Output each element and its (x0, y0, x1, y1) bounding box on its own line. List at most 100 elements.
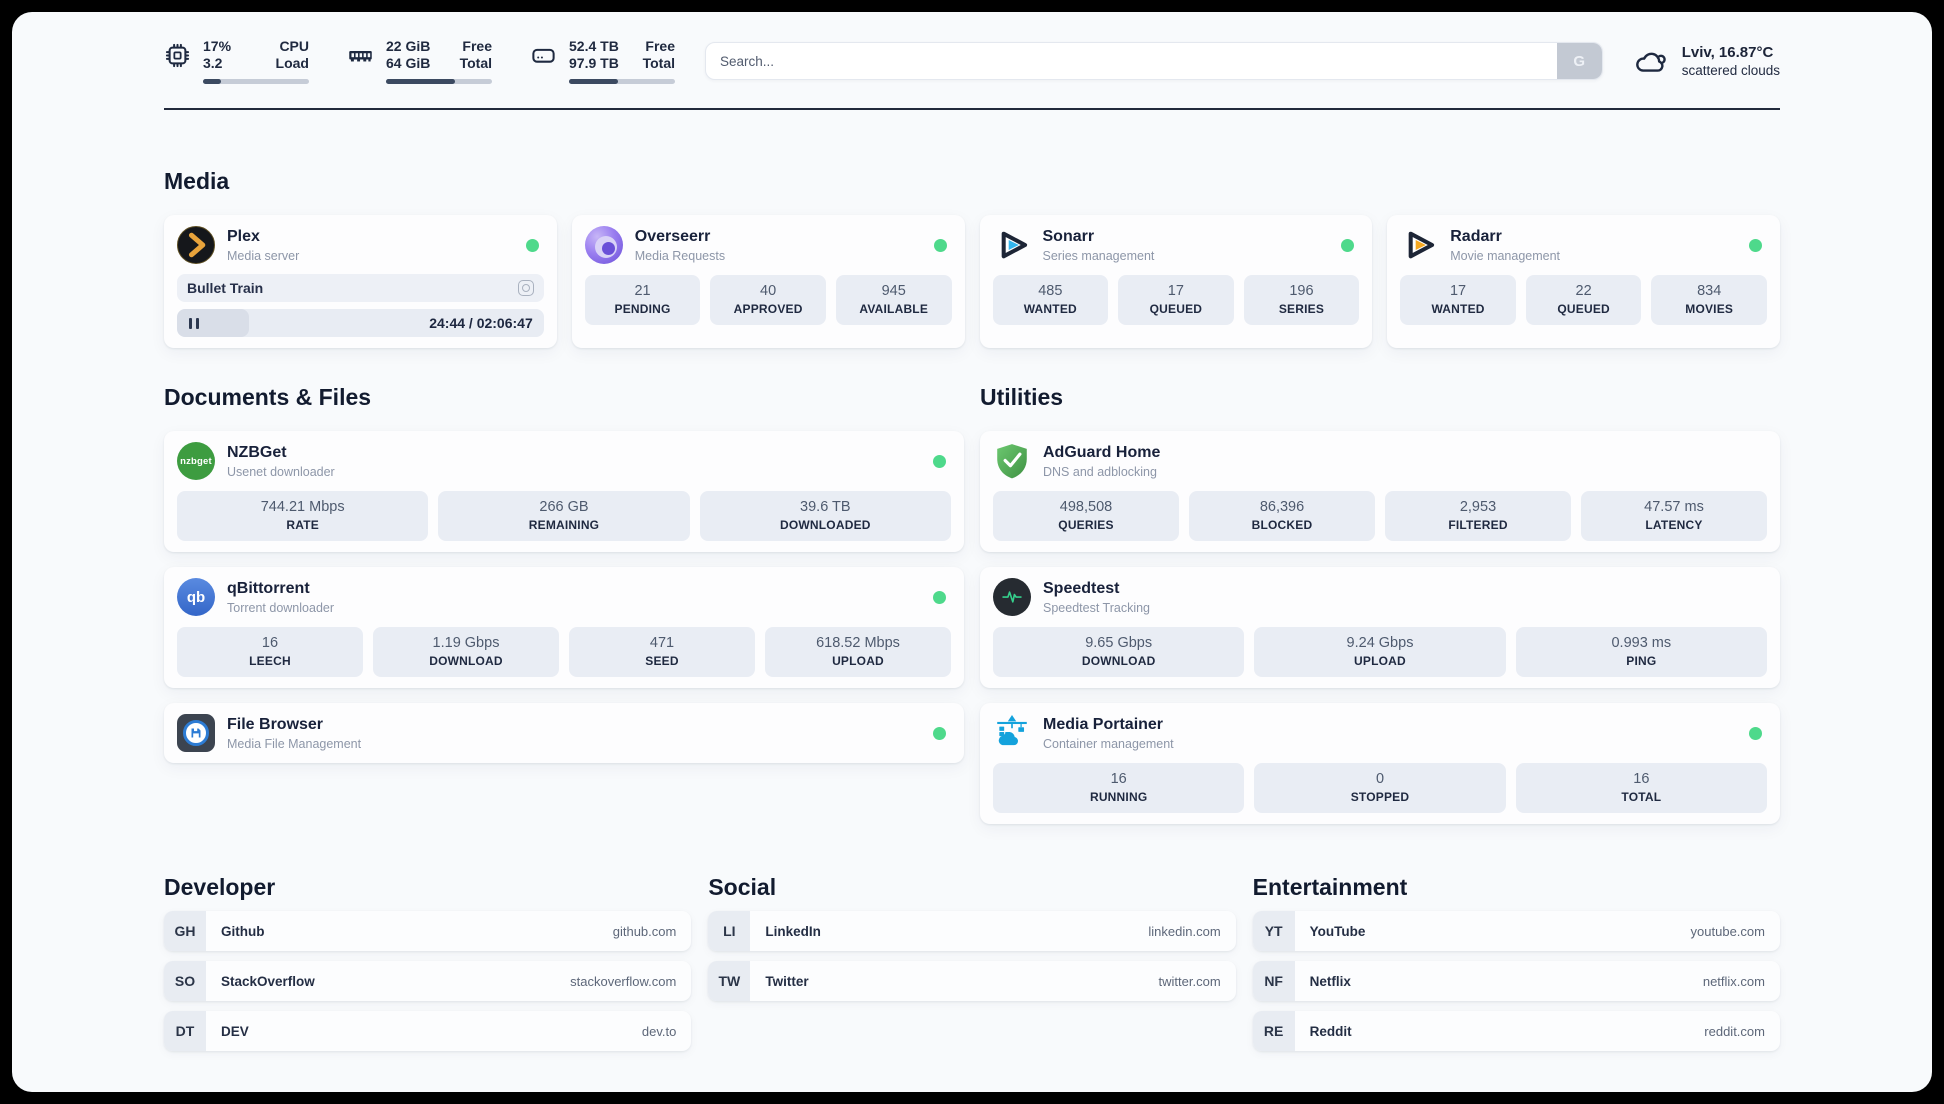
app-card-sonarr[interactable]: Sonarr Series management 485 WANTED 17 Q… (979, 215, 1373, 348)
link-row-twitter[interactable]: TW Twitter twitter.com (708, 961, 1236, 1001)
nzbget-icon-text: nzbget (180, 455, 212, 467)
links-column-entertainment: Entertainment YT YouTube youtube.com NF … (1252, 874, 1780, 1051)
stat-value: 22 (1575, 283, 1592, 299)
link-name: YouTube (1309, 923, 1366, 939)
link-row-github[interactable]: GH Github github.com (164, 911, 692, 951)
weather-widget: Lviv, 16.87°C scattered clouds (1633, 44, 1780, 78)
link-row-stackoverflow[interactable]: SO StackOverflow stackoverflow.com (164, 961, 692, 1001)
link-row-reddit[interactable]: RE Reddit reddit.com (1252, 1011, 1780, 1051)
app-name: Sonarr (1042, 228, 1095, 245)
app-card-adguard[interactable]: AdGuard Home DNS and adblocking 498,508 … (980, 431, 1780, 552)
cpu-label: CPU (279, 38, 309, 54)
stat-tile: 2,953 FILTERED (1385, 491, 1571, 541)
app-card-radarr[interactable]: Radarr Movie management 17 WANTED 22 QUE… (1387, 215, 1780, 348)
search-shortcut-badge: G (1556, 43, 1602, 79)
app-card-nzbget[interactable]: nzbget NZBGet Usenet downloader 744.21 M… (164, 431, 964, 552)
stat-tile: 744.21 Mbps RATE (177, 491, 429, 541)
documents-column: Documents & Files nzbget NZBGet Usenet d… (164, 384, 964, 763)
stat-tile: 0.993 ms PING (1515, 627, 1767, 677)
stat-tile: 16 RUNNING (993, 763, 1245, 813)
stat-label: WANTED (1431, 302, 1485, 316)
stat-value: 16 (1110, 771, 1127, 787)
link-badge: SO (164, 961, 206, 1001)
stat-tile: 266 GB REMAINING (438, 491, 690, 541)
stat-label: FILTERED (1448, 518, 1508, 532)
app-name: Plex (227, 228, 260, 245)
status-dot (933, 454, 946, 468)
sonarr-icon (993, 226, 1031, 264)
disk-total-label: Total (642, 55, 675, 71)
app-card-filebrowser[interactable]: File Browser Media File Management (164, 703, 964, 763)
stat-label: PING (1626, 654, 1657, 668)
link-row-dev[interactable]: DT DEV dev.to (164, 1011, 692, 1051)
qbittorrent-icon-text: qb (186, 588, 206, 606)
stat-label: LATENCY (1645, 518, 1703, 532)
app-name: File Browser (227, 716, 324, 733)
stat-tile: 471 SEED (569, 627, 755, 677)
memory-progress-fill (386, 79, 455, 84)
disk-progress-track (569, 79, 675, 84)
stat-tile: 22 QUEUED (1525, 275, 1642, 325)
app-card-overseerr[interactable]: Overseerr Media Requests 21 PENDING 40 A… (571, 215, 965, 348)
section-title-utilities: Utilities (980, 384, 1064, 410)
cpu-load-label: Load (275, 55, 309, 71)
stat-value: 40 (760, 283, 777, 299)
memory-icon (347, 42, 374, 69)
stat-value: 1.19 Gbps (432, 635, 500, 651)
search-bar: G (705, 42, 1603, 80)
stat-value: 17 (1167, 283, 1184, 299)
stat-value: 485 (1038, 283, 1063, 299)
weather-condition: scattered clouds (1681, 63, 1780, 78)
stat-tile: 9.65 Gbps DOWNLOAD (993, 627, 1245, 677)
memory-total-label: Total (459, 55, 492, 71)
top-bar: 17% CPU 3.2 Load 22 GiB Free 64 GiB Tota… (164, 12, 1780, 84)
playback-time: 24:44 / 02:06:47 (429, 315, 533, 331)
stat-value: 834 (1697, 283, 1722, 299)
now-playing-target-icon[interactable] (517, 280, 534, 296)
media-grid: Plex Media server Bullet Train 24:44 / 0… (164, 215, 1780, 348)
app-name: NZBGet (227, 444, 287, 461)
stat-tile: 16 LEECH (177, 627, 363, 677)
link-row-netflix[interactable]: NF Netflix netflix.com (1252, 961, 1780, 1001)
app-description: DNS and adblocking (1043, 465, 1157, 479)
link-url: youtube.com (1690, 923, 1765, 939)
app-description: Usenet downloader (227, 465, 335, 479)
stat-value: 16 (1633, 771, 1650, 787)
link-row-youtube[interactable]: YT YouTube youtube.com (1252, 911, 1780, 951)
nzbget-icon: nzbget (177, 442, 215, 480)
app-card-plex[interactable]: Plex Media server Bullet Train 24:44 / 0… (164, 215, 557, 348)
overseerr-icon (584, 226, 623, 264)
link-url: github.com (612, 923, 677, 939)
stat-tile: 196 SERIES (1243, 275, 1360, 325)
stat-value: 16 (261, 635, 279, 651)
section-title-entertainment: Entertainment (1252, 874, 1408, 900)
app-card-qbittorrent[interactable]: qb qBittorrent Torrent downloader 16 LEE… (164, 567, 964, 688)
stat-tile: 498,508 QUERIES (993, 491, 1179, 541)
app-description: Series management (1042, 249, 1155, 263)
stat-value: 471 (649, 635, 675, 651)
link-badge: YT (1252, 911, 1295, 951)
pause-icon[interactable] (189, 317, 200, 329)
status-dot (1749, 238, 1762, 252)
stat-label: WANTED (1023, 302, 1077, 316)
app-card-speedtest[interactable]: Speedtest Speedtest Tracking 9.65 Gbps D… (980, 567, 1780, 688)
stat-tile: 86,396 BLOCKED (1189, 491, 1375, 541)
link-url: dev.to (641, 1023, 677, 1039)
app-card-portainer[interactable]: Media Portainer Container management 16 … (980, 703, 1780, 824)
stat-label: UPLOAD (1354, 654, 1406, 668)
link-row-linkedin[interactable]: LI LinkedIn linkedin.com (708, 911, 1236, 951)
section-title-media: Media (164, 168, 230, 194)
status-dot (525, 238, 539, 252)
stat-tile: 9.24 Gbps UPLOAD (1254, 627, 1506, 677)
disk-free-value: 52.4 TB (569, 38, 619, 54)
stat-label: UPLOAD (832, 654, 884, 668)
search-input[interactable] (705, 42, 1603, 80)
link-badge: TW (708, 961, 751, 1001)
app-name: AdGuard Home (1043, 444, 1161, 461)
stat-label: TOTAL (1621, 790, 1662, 804)
stat-value: 498,508 (1059, 499, 1113, 515)
stat-value: 266 GB (539, 499, 589, 515)
section-title-social: Social (708, 874, 777, 900)
stat-label: SEED (645, 654, 679, 668)
cpu-progress-track (203, 79, 309, 84)
